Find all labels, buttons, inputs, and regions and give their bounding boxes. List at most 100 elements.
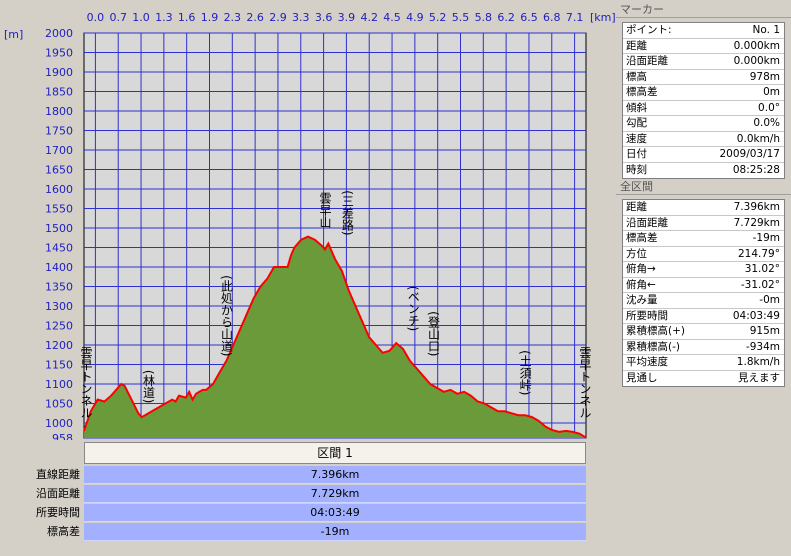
panel-row-label: 距離 <box>626 201 647 213</box>
summary-row: 直線距離 7.396km <box>0 466 791 484</box>
summary-label: 標高差 <box>47 525 80 538</box>
y-unit-label: [m] <box>4 28 23 41</box>
panel-row-label: 標高差 <box>626 86 658 98</box>
x-tick-label: 6.2 <box>497 11 515 24</box>
panel-row-value: -19m <box>752 232 780 244</box>
panel-row: 所要時間 04:03:49 <box>623 309 784 324</box>
x-tick-label: 2.6 <box>246 11 264 24</box>
x-tick-label: 4.5 <box>383 11 401 24</box>
section-panel-title: 全区間 <box>616 179 791 195</box>
panel-row-value: 214.79° <box>738 247 780 260</box>
panel-row: 勾配 0.0% <box>623 116 784 132</box>
panel-row-label: 距離 <box>626 39 647 52</box>
y-tick-label: 1400 <box>45 261 73 274</box>
panel-row-label: 標高差 <box>626 232 658 244</box>
x-tick-label: 5.5 <box>452 11 470 24</box>
annotation-label: (土須峠) <box>518 350 532 395</box>
y-tick-label: 1200 <box>45 339 73 352</box>
x-tick-label: 1.0 <box>132 11 150 24</box>
panel-row-label: 勾配 <box>626 117 647 129</box>
panel-row: 累積標高(-) -934m <box>623 340 784 355</box>
panel-row-label: 沿面距離 <box>626 216 668 229</box>
panel-row-value: 978m <box>749 70 780 83</box>
summary-header[interactable]: 区間 1 <box>84 442 586 464</box>
panel-row: ポイント: No. 1 <box>623 23 784 39</box>
y-tick-label: 1550 <box>45 203 73 216</box>
summary-value: 7.729km <box>84 485 586 503</box>
panel-row-value: 08:25:28 <box>732 163 780 176</box>
x-tick-label: 4.2 <box>360 11 378 24</box>
annotation-label: 雲早トンネル <box>578 346 592 418</box>
panel-row: 沿面距離 0.000km <box>623 54 784 70</box>
panel-row: 見通し 見えます <box>623 371 784 387</box>
panel-row-label: 累積標高(+) <box>626 325 685 337</box>
panel-row-value: 04:03:49 <box>732 309 780 322</box>
x-tick-label: 2.3 <box>224 11 242 24</box>
panel-row-label: 累積標高(-) <box>626 340 680 353</box>
y-tick-label: 1050 <box>45 398 73 411</box>
panel-row-label: 時刻 <box>626 163 647 176</box>
panel-row: 俯角← -31.02° <box>623 278 784 293</box>
y-tick-label: 1100 <box>45 378 73 391</box>
panel-row-value: 0.0% <box>753 117 780 129</box>
panel-row: 平均速度 1.8km/h <box>623 355 784 371</box>
panel-row-value: 0.0° <box>758 101 780 114</box>
panel-row-label: 標高 <box>626 70 647 83</box>
panel-row: 累積標高(+) 915m <box>623 324 784 340</box>
x-tick-label: 5.8 <box>475 11 493 24</box>
y-tick-label: 958 <box>52 432 73 440</box>
summary-value: 7.396km <box>84 466 586 484</box>
panel-row-label: ポイント: <box>626 24 672 36</box>
x-tick-label: 2.9 <box>269 11 287 24</box>
marker-panel-title: マーカー <box>616 2 791 18</box>
x-tick-label: 0.0 <box>87 11 105 24</box>
section-panel: 距離 7.396km 沿面距離 7.729km 標高差 -19m 方位 214.79° 俯角→ 3… <box>622 199 785 387</box>
panel-row-value: 31.02° <box>744 263 780 275</box>
panel-row: 標高差 0m <box>623 85 784 101</box>
panel-row-value: 0.000km <box>733 55 780 67</box>
panel-row-label: 俯角← <box>626 278 656 291</box>
panel-row: 俯角→ 31.02° <box>623 262 784 278</box>
panel-row-value: 7.396km <box>733 201 780 213</box>
panel-row-label: 速度 <box>626 132 647 145</box>
panel-row: 速度 0.0km/h <box>623 132 784 147</box>
panel-row-label: 日付 <box>626 148 647 160</box>
x-tick-label: 6.5 <box>520 11 538 24</box>
x-tick-label: 0.7 <box>109 11 127 24</box>
y-tick-label: 1600 <box>45 183 73 196</box>
panel-row-label: 方位 <box>626 247 647 260</box>
y-tick-label: 1850 <box>45 86 73 99</box>
annotation-label: 雲早トンネル <box>79 346 93 418</box>
annotation-label: (三差路) <box>340 190 354 235</box>
panel-row-value: -934m <box>745 340 780 353</box>
x-unit-label: [km] <box>590 11 616 24</box>
panel-row-value: 7.729km <box>733 216 780 229</box>
y-tick-label: 1350 <box>45 281 73 294</box>
y-tick-label: 1900 <box>45 66 73 79</box>
panel-row-value: 0.000km <box>733 39 780 52</box>
panel-row: 標高 978m <box>623 70 784 85</box>
y-tick-label: 1250 <box>45 320 73 333</box>
x-tick-label: 1.3 <box>155 11 173 24</box>
annotation-label: 雲早山 <box>318 191 332 227</box>
y-tick-label: 2000 <box>45 27 73 40</box>
x-tick-label: 4.9 <box>406 11 424 24</box>
x-tick-label: 3.3 <box>292 11 310 24</box>
panel-row-value: 2009/03/17 <box>719 148 780 160</box>
y-tick-label: 1000 <box>45 417 73 430</box>
panel-row: 沈み量 -0m <box>623 293 784 309</box>
panel-row-value: 0m <box>763 86 780 98</box>
panel-row-value: 0.0km/h <box>736 132 780 145</box>
x-tick-label: 1.9 <box>201 11 219 24</box>
panel-row-value: -31.02° <box>740 278 780 291</box>
panel-row: 傾斜 0.0° <box>623 101 784 116</box>
panel-row-label: 沿面距離 <box>626 55 668 67</box>
y-tick-label: 1450 <box>45 242 73 255</box>
panel-row: 距離 0.000km <box>623 39 784 54</box>
annotation-label: (林道) <box>141 370 155 403</box>
x-tick-label: 7.1 <box>566 11 584 24</box>
panel-row-value: -0m <box>759 294 780 306</box>
x-tick-label: 5.2 <box>429 11 447 24</box>
summary-row: 標高差 -19m <box>0 523 791 541</box>
y-tick-label: 1800 <box>45 105 73 118</box>
